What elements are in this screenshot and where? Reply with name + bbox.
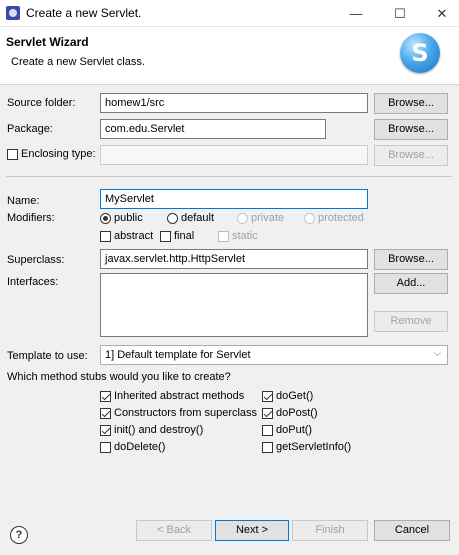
back-button[interactable]: < Back	[136, 520, 212, 541]
stub-doget-checkbox[interactable]	[262, 391, 273, 402]
modifier-abstract-checkbox[interactable]	[100, 231, 111, 242]
enclosing-type-checkbox[interactable]	[7, 149, 18, 160]
package-browse-button[interactable]: Browse...	[374, 119, 448, 140]
modifier-protected-radio[interactable]	[304, 213, 315, 224]
stubs-question: Which method stubs would you like to cre…	[7, 371, 231, 383]
superclass-label: Superclass:	[7, 254, 65, 266]
superclass-browse-button[interactable]: Browse...	[374, 249, 448, 270]
enclosing-type-input[interactable]	[100, 145, 368, 165]
template-label: Template to use:	[7, 350, 88, 362]
stub-init-destroy-checkbox[interactable]	[100, 425, 111, 436]
stub-doput-checkbox[interactable]	[262, 425, 273, 436]
interfaces-list[interactable]	[100, 273, 368, 337]
stub-doput-label: doPut()	[276, 424, 313, 436]
modifier-static-label: static	[232, 230, 258, 242]
stub-getservletinfo-checkbox[interactable]	[262, 442, 273, 453]
modifier-static-checkbox[interactable]	[218, 231, 229, 242]
stub-constructors-label: Constructors from superclass	[114, 407, 258, 419]
chevron-down-icon: ⌵	[434, 348, 441, 358]
next-button[interactable]: Next >	[215, 520, 289, 541]
eclipse-app-icon	[6, 6, 20, 20]
modifier-default-label: default	[181, 212, 215, 224]
modifier-final-checkbox[interactable]	[160, 231, 171, 242]
stub-inherited-label: Inherited abstract methods	[114, 390, 245, 402]
help-icon[interactable]: ?	[10, 526, 28, 544]
interfaces-label: Interfaces:	[7, 276, 59, 288]
stub-getservletinfo-label: getServletInfo()	[276, 441, 352, 453]
stub-dopost-label: doPost()	[276, 407, 318, 419]
logo-letter: S	[411, 39, 429, 67]
stub-inherited-checkbox[interactable]	[100, 391, 111, 402]
source-folder-input[interactable]: homew1/src	[100, 93, 368, 113]
source-folder-browse-button[interactable]: Browse...	[374, 93, 448, 114]
title-bar: Create a new Servlet. — ☐ ✕	[0, 0, 459, 27]
servlet-name-input[interactable]: MyServlet	[100, 189, 368, 209]
modifier-private-radio[interactable]	[237, 213, 248, 224]
finish-button[interactable]: Finish	[292, 520, 368, 541]
wizard-header: Servlet Wizard Create a new Servlet clas…	[0, 27, 459, 85]
modifier-final-label: final	[174, 230, 195, 242]
servlet-logo-icon: S	[400, 33, 440, 73]
remove-interface-button[interactable]: Remove	[374, 311, 448, 332]
close-button[interactable]: ✕	[424, 0, 459, 27]
stub-constructors-checkbox[interactable]	[100, 408, 111, 419]
modifier-protected-label: protected	[318, 212, 364, 224]
cancel-button[interactable]: Cancel	[374, 520, 450, 541]
modifier-public-radio[interactable]	[100, 213, 111, 224]
add-interface-button[interactable]: Add...	[374, 273, 448, 294]
stub-init-destroy-label: init() and destroy()	[114, 424, 204, 436]
source-folder-label: Source folder:	[7, 97, 76, 109]
maximize-button[interactable]: ☐	[382, 0, 418, 27]
stub-dodelete-label: doDelete()	[114, 441, 166, 453]
wizard-title: Servlet Wizard	[6, 35, 89, 49]
stub-dodelete-checkbox[interactable]	[100, 442, 111, 453]
template-select[interactable]: 1] Default template for Servlet ⌵	[100, 345, 448, 365]
modifier-public-label: public	[114, 212, 143, 224]
modifier-abstract-label: abstract	[114, 230, 154, 242]
package-input[interactable]: com.edu.Servlet	[100, 119, 326, 139]
wizard-description: Create a new Servlet class.	[11, 56, 145, 68]
package-label: Package:	[7, 123, 53, 135]
modifiers-label: Modifiers:	[7, 212, 55, 224]
minimize-button[interactable]: —	[338, 0, 374, 27]
modifier-default-radio[interactable]	[167, 213, 178, 224]
modifier-private-label: private	[251, 212, 285, 224]
name-label: Name:	[7, 195, 40, 207]
template-selected-value: 1] Default template for Servlet	[105, 349, 251, 361]
stub-dopost-checkbox[interactable]	[262, 408, 273, 419]
enclosing-type-label: Enclosing type:	[21, 148, 96, 160]
enclosing-type-browse-button[interactable]: Browse...	[374, 145, 448, 166]
stub-doget-label: doGet()	[276, 390, 314, 402]
window-title: Create a new Servlet.	[26, 6, 142, 20]
separator	[6, 176, 452, 177]
superclass-input[interactable]: javax.servlet.http.HttpServlet	[100, 249, 368, 269]
